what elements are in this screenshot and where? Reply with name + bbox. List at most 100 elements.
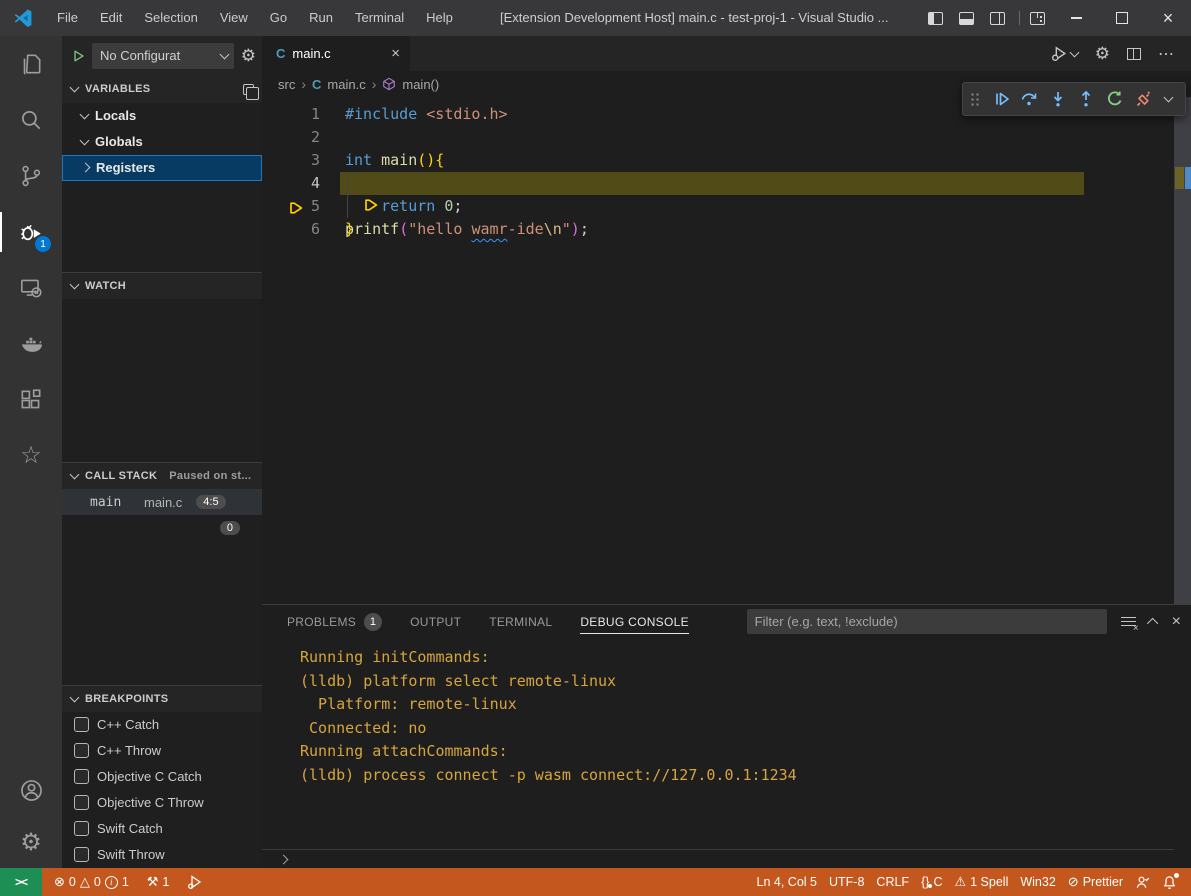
variables-views-icon[interactable] bbox=[243, 84, 254, 95]
remote-indicator[interactable]: >< bbox=[0, 868, 42, 896]
toggle-sidebar-icon[interactable] bbox=[928, 12, 943, 25]
panel-tab-debug-console[interactable]: DEBUG CONSOLE bbox=[580, 605, 689, 638]
breakpoint-checkbox[interactable] bbox=[74, 821, 89, 836]
menu-edit[interactable]: Edit bbox=[89, 0, 133, 36]
breakpoints-section-header[interactable]: BREAKPOINTS bbox=[62, 685, 262, 712]
breakpoint-row[interactable]: Swift Throw bbox=[62, 842, 262, 868]
line-number: 2 bbox=[262, 126, 320, 149]
breakpoint-row[interactable]: Objective C Throw bbox=[62, 790, 262, 816]
run-or-debug-button[interactable] bbox=[1051, 45, 1078, 62]
start-debug-icon[interactable] bbox=[72, 49, 86, 63]
editor-scrollbar[interactable] bbox=[1174, 97, 1191, 604]
close-tab-icon[interactable]: × bbox=[391, 45, 400, 62]
tab-main-c[interactable]: C main.c × bbox=[262, 36, 410, 71]
debug-settings-gear-icon[interactable]: ⚙ bbox=[241, 46, 256, 66]
explorer-icon[interactable] bbox=[0, 36, 62, 92]
breakpoint-checkbox[interactable] bbox=[74, 717, 89, 732]
chevron-down-icon[interactable] bbox=[1164, 93, 1174, 103]
clear-console-icon[interactable] bbox=[1121, 616, 1136, 628]
close-panel-icon[interactable]: × bbox=[1172, 613, 1181, 631]
code-editor[interactable]: 1#include <stdio.h>23int main(){ 4 print… bbox=[262, 97, 1191, 604]
disconnect-button[interactable] bbox=[1131, 86, 1156, 112]
maximize-button[interactable] bbox=[1099, 0, 1145, 36]
customize-layout-icon[interactable] bbox=[1030, 12, 1045, 25]
formatter-status[interactable]: ⊘ Prettier bbox=[1062, 874, 1129, 890]
panel-tab-output[interactable]: OUTPUT bbox=[410, 605, 461, 638]
watch-section-header[interactable]: WATCH bbox=[62, 272, 262, 299]
console-prompt-icon bbox=[279, 854, 289, 864]
menu-go[interactable]: Go bbox=[259, 0, 298, 36]
breakpoint-checkbox[interactable] bbox=[74, 795, 89, 810]
breakpoint-checkbox[interactable] bbox=[74, 743, 89, 758]
eol-status[interactable]: CRLF bbox=[870, 875, 915, 889]
menu-selection[interactable]: Selection bbox=[133, 0, 208, 36]
tools-status[interactable]: ⚒ 1 bbox=[141, 874, 176, 890]
variables-item-locals[interactable]: Locals bbox=[62, 103, 262, 129]
menu-run[interactable]: Run bbox=[298, 0, 344, 36]
continue-button[interactable] bbox=[988, 86, 1013, 112]
debug-badge: 1 bbox=[35, 236, 51, 252]
debug-config-dropdown[interactable]: No Configurat bbox=[92, 43, 234, 69]
code-line-6[interactable]: 6} bbox=[262, 218, 1191, 241]
cursor-position-status[interactable]: Ln 4, Col 5 bbox=[751, 875, 823, 889]
account-icon[interactable] bbox=[0, 762, 62, 818]
menu-bar: FileEditSelectionViewGoRunTerminalHelp bbox=[46, 0, 464, 36]
restart-button[interactable] bbox=[1103, 86, 1128, 112]
docker-icon[interactable] bbox=[0, 316, 62, 372]
split-editor-icon[interactable] bbox=[1127, 48, 1141, 60]
debug-session-status[interactable] bbox=[181, 874, 209, 890]
breakpoint-row[interactable]: Objective C Catch bbox=[62, 764, 262, 790]
remote-explorer-icon[interactable] bbox=[0, 260, 62, 316]
call-stack-section-header[interactable]: CALL STACK Paused on st... bbox=[62, 462, 262, 489]
source-control-icon[interactable] bbox=[0, 148, 62, 204]
menu-terminal[interactable]: Terminal bbox=[344, 0, 415, 36]
code-line-3[interactable]: 3int main(){ bbox=[262, 149, 1191, 172]
step-over-button[interactable] bbox=[1017, 86, 1042, 112]
code-line-5[interactable]: 5 return 0; bbox=[262, 195, 1191, 218]
code-line-2[interactable]: 2 bbox=[262, 126, 1191, 149]
breakpoint-row[interactable]: C++ Throw bbox=[62, 738, 262, 764]
breakpoint-row[interactable]: C++ Catch bbox=[62, 712, 262, 738]
more-actions-icon[interactable]: ⋯ bbox=[1158, 44, 1175, 64]
debug-console-input[interactable] bbox=[262, 849, 1174, 868]
notifications-status[interactable] bbox=[1156, 875, 1183, 890]
toolbar-drag-handle[interactable] bbox=[970, 92, 981, 106]
encoding-status[interactable]: UTF-8 bbox=[823, 875, 870, 889]
breakpoint-checkbox[interactable] bbox=[74, 847, 89, 862]
language-mode-status[interactable]: {} C bbox=[915, 875, 948, 889]
menu-view[interactable]: View bbox=[209, 0, 259, 36]
menu-help[interactable]: Help bbox=[415, 0, 464, 36]
code-line-4[interactable]: 4 printf("hello wamr-ide\n"); bbox=[262, 172, 1191, 195]
search-icon[interactable] bbox=[0, 92, 62, 148]
menu-file[interactable]: File bbox=[46, 0, 89, 36]
console-line: Platform: remote-linux bbox=[300, 693, 1191, 717]
spell-checker-status[interactable]: ⚠ 1 Spell bbox=[948, 874, 1014, 890]
toggle-secondary-sidebar-icon[interactable] bbox=[990, 12, 1005, 25]
run-and-debug-icon[interactable]: 1 bbox=[0, 204, 62, 260]
star-extension-icon[interactable]: ☆ bbox=[0, 428, 62, 484]
panel-tab-problems[interactable]: PROBLEMS1 bbox=[287, 605, 382, 638]
variables-section-header[interactable]: VARIABLES bbox=[62, 76, 262, 103]
extensions-icon[interactable] bbox=[0, 372, 62, 428]
maximize-panel-icon[interactable] bbox=[1147, 617, 1158, 628]
breadcrumb-file[interactable]: main.c bbox=[327, 77, 365, 92]
feedback-account-status[interactable] bbox=[1129, 875, 1156, 890]
breadcrumb-symbol[interactable]: main() bbox=[402, 77, 439, 92]
step-into-button[interactable] bbox=[1046, 86, 1071, 112]
step-out-button[interactable] bbox=[1074, 86, 1099, 112]
toggle-panel-icon[interactable] bbox=[959, 12, 974, 25]
close-window-button[interactable]: × bbox=[1145, 0, 1191, 36]
settings-gear-icon[interactable]: ⚙ bbox=[0, 818, 62, 868]
platform-status[interactable]: Win32 bbox=[1014, 875, 1061, 889]
console-filter-input[interactable] bbox=[747, 609, 1107, 634]
settings-gear-icon[interactable]: ⚙ bbox=[1095, 44, 1110, 64]
variables-item-globals[interactable]: Globals bbox=[62, 129, 262, 155]
stack-frame-row[interactable]: main main.c 4:5 bbox=[62, 489, 262, 515]
problems-status[interactable]: ⊗ 0 △ 0 i 1 bbox=[48, 874, 135, 890]
breakpoint-row[interactable]: Swift Catch bbox=[62, 816, 262, 842]
breakpoint-checkbox[interactable] bbox=[74, 769, 89, 784]
minimize-button[interactable] bbox=[1053, 0, 1099, 36]
panel-tab-terminal[interactable]: TERMINAL bbox=[489, 605, 552, 638]
breadcrumb-folder[interactable]: src bbox=[278, 77, 295, 92]
variables-item-registers[interactable]: Registers bbox=[62, 155, 262, 181]
